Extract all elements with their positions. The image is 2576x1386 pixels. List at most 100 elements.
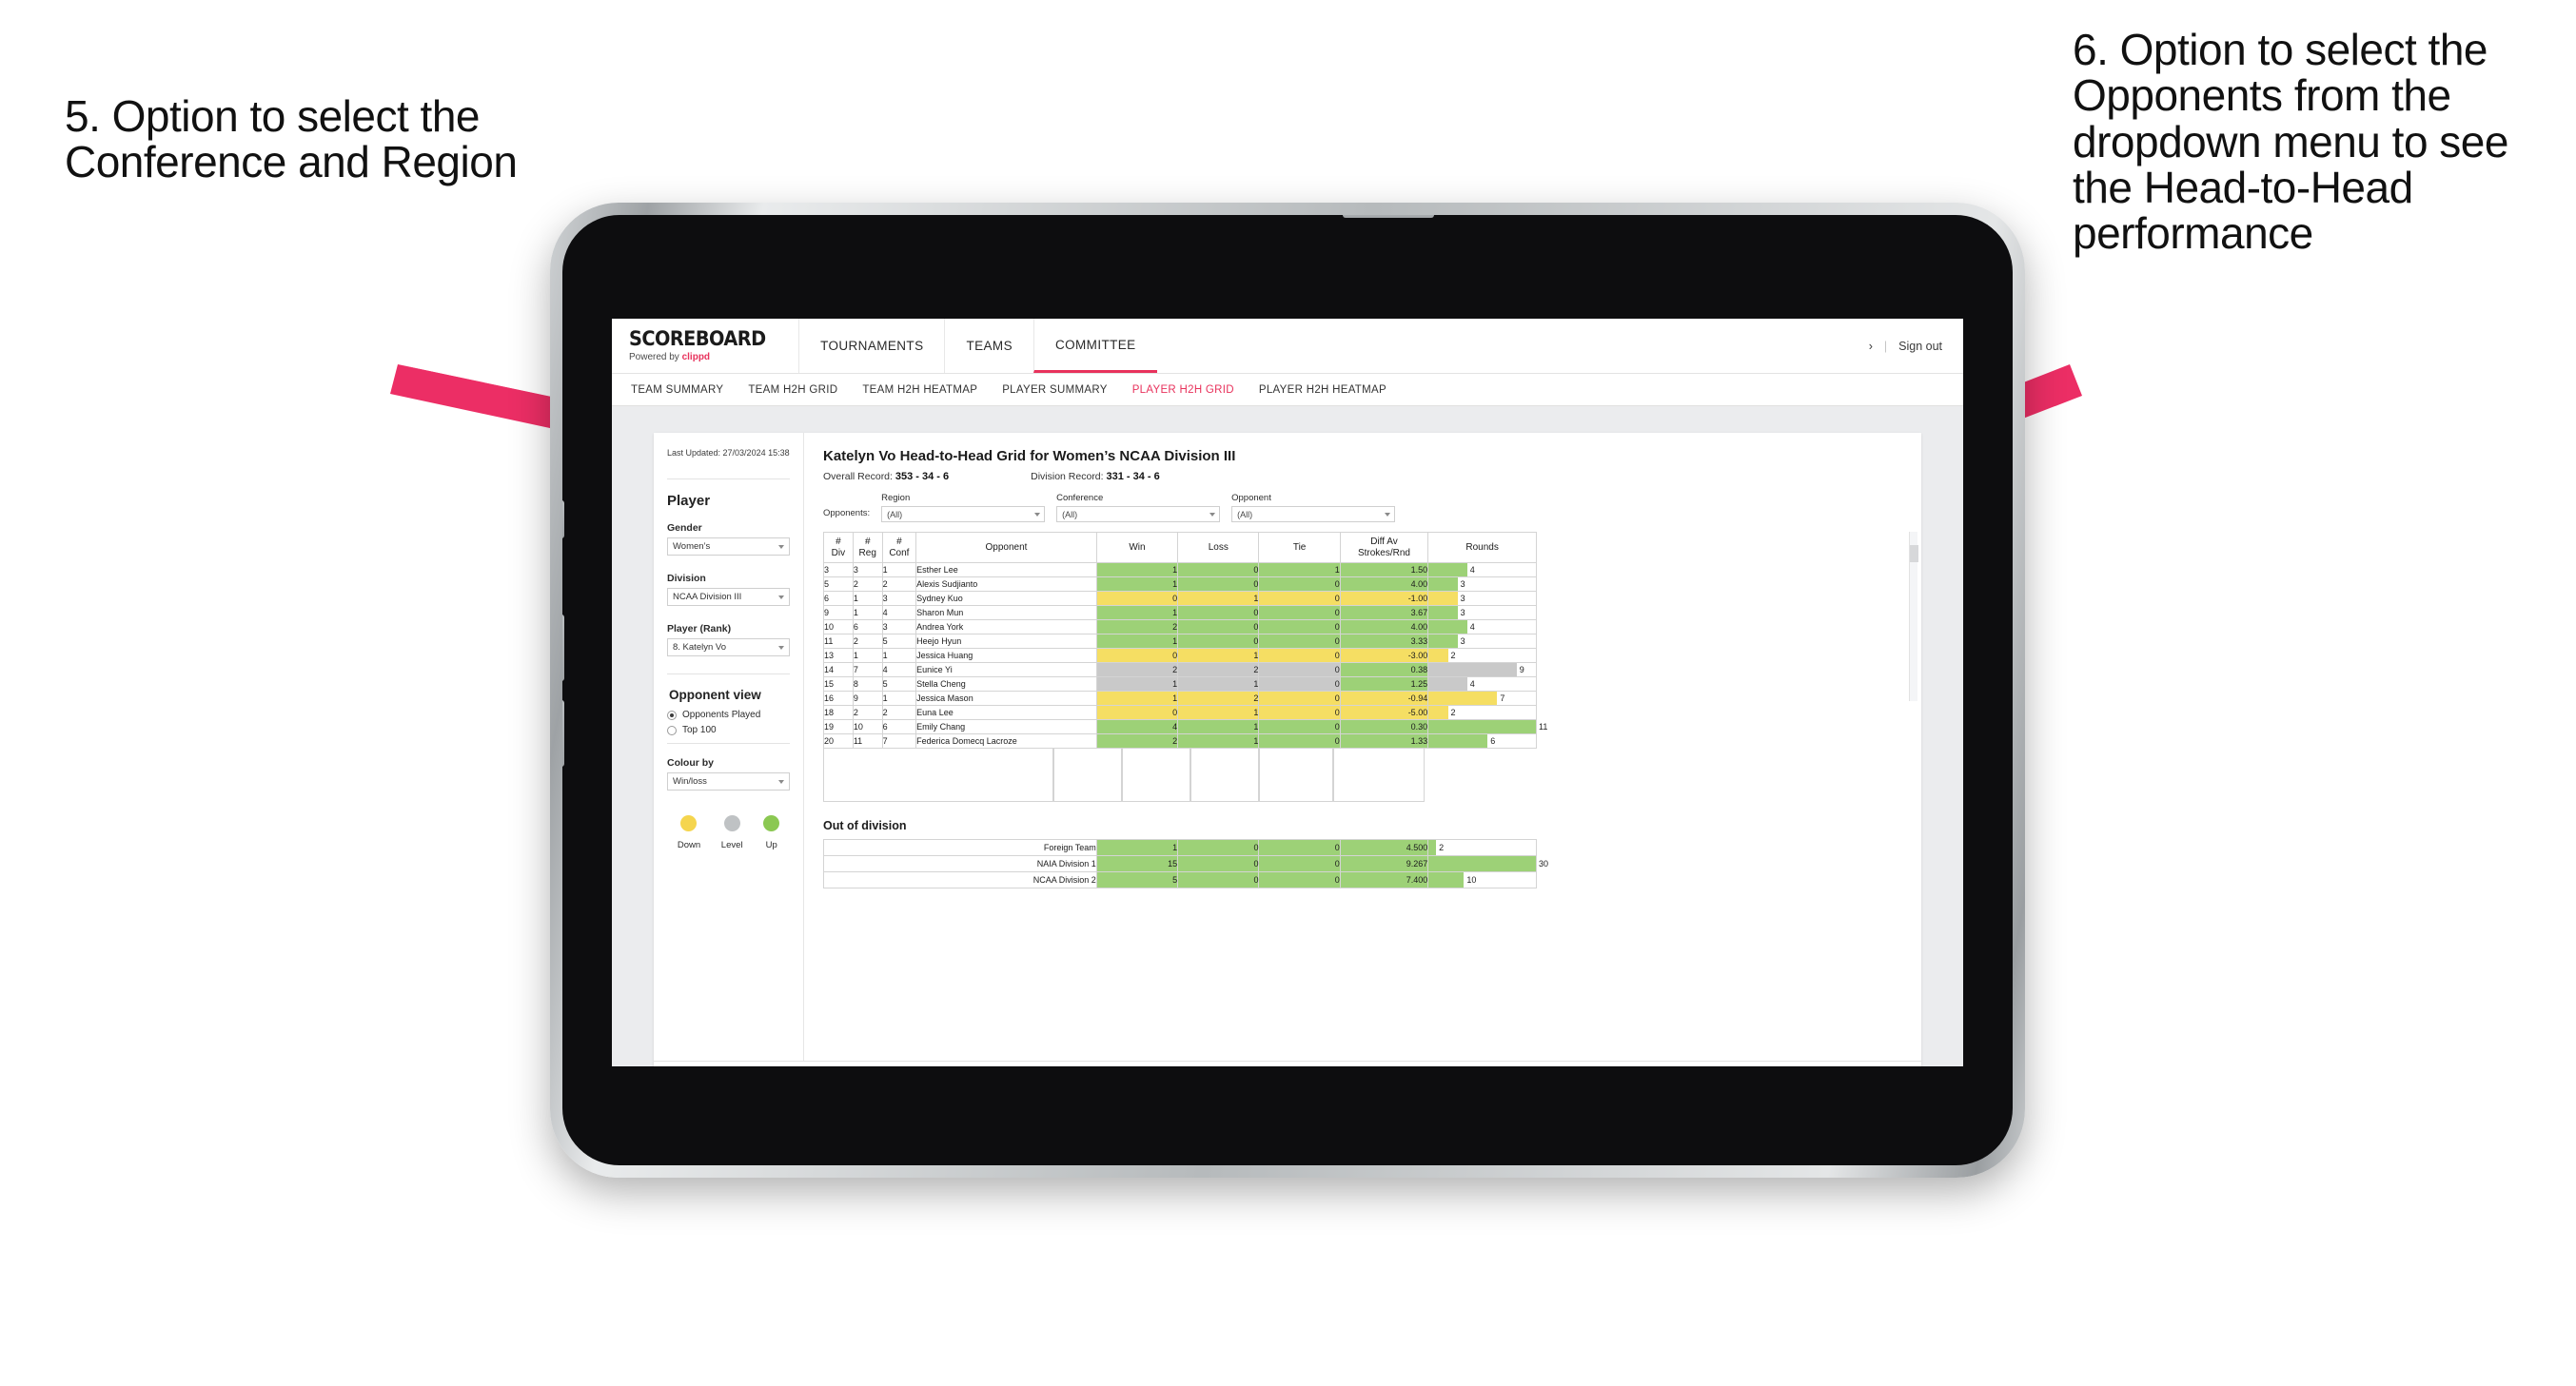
cell-rounds: 9 xyxy=(1427,662,1537,677)
powered-prefix: Powered by xyxy=(629,352,682,362)
rounds-value: 3 xyxy=(1460,636,1465,646)
app-logo[interactable]: SCOREBOARD Powered by clippd xyxy=(629,319,798,373)
table-row[interactable]: NAIA Division 1 15 0 0 9.267 30 xyxy=(823,855,1548,872)
dashboard-body: Last Updated: 27/03/2024 15:38 Player Ge… xyxy=(654,433,1921,1061)
cell-conf: 2 xyxy=(881,576,917,592)
col-header-5[interactable]: Loss xyxy=(1177,532,1260,563)
power-button[interactable] xyxy=(1343,215,1434,218)
sign-out-link[interactable]: Sign out xyxy=(1898,340,1942,353)
nav-item-tournaments[interactable]: TOURNAMENTS xyxy=(798,319,944,373)
cell-rounds: 10 xyxy=(1427,871,1537,888)
out-of-division-title: Out of division xyxy=(823,819,907,832)
rounds-value: 4 xyxy=(1469,565,1475,575)
player-rank-label: Player (Rank) xyxy=(667,623,732,634)
region-label: Region xyxy=(881,493,911,503)
table-row[interactable]: 11 2 5 Heejo Hyun 1 0 0 3.33 3 xyxy=(823,634,1537,649)
cell-diff: 3.33 xyxy=(1339,634,1429,649)
col-header-6[interactable]: Tie xyxy=(1258,532,1341,563)
conference-select[interactable]: (All) xyxy=(1056,506,1221,522)
cell-loss: 1 xyxy=(1177,591,1260,606)
nav-item-committee[interactable]: COMMITTEE xyxy=(1032,319,1157,373)
table-row[interactable]: 6 1 3 Sydney Kuo 0 1 0 -1.00 3 xyxy=(823,591,1537,606)
cell-rounds: 3 xyxy=(1427,634,1537,649)
cell-div: 3 xyxy=(823,562,854,577)
cell-diff: 3.67 xyxy=(1339,605,1429,620)
player-rank-select[interactable]: 8. Katelyn Vo xyxy=(667,638,790,656)
table-row[interactable]: 20 11 7 Federica Domecq Lacroze 2 1 0 1.33 6 xyxy=(823,733,1537,749)
rounds-value: 3 xyxy=(1460,608,1465,617)
division-record-value: 331 - 34 - 6 xyxy=(1106,471,1160,482)
cell-div: 19 xyxy=(823,719,854,734)
cell-diff: -3.00 xyxy=(1339,648,1429,663)
rounds-bar xyxy=(1428,663,1517,676)
cell-tie: 0 xyxy=(1258,648,1341,663)
col-header-0[interactable]: # Div xyxy=(823,532,854,563)
col-header-1[interactable]: # Reg xyxy=(852,532,883,563)
chevron-right-icon[interactable]: › xyxy=(1869,340,1873,353)
gender-select[interactable]: Women’s xyxy=(667,537,790,556)
radio-opponents-played[interactable]: Opponents Played xyxy=(667,710,790,720)
subnav-player-h2h-grid[interactable]: PLAYER H2H GRID xyxy=(1132,384,1234,396)
volume-down-button[interactable] xyxy=(562,700,564,767)
legend-dot-icon xyxy=(723,815,740,831)
col-header-7[interactable]: Diff Av Strokes/Rnd xyxy=(1339,532,1429,563)
col-header-3[interactable]: Opponent xyxy=(915,532,1097,563)
table-row[interactable]: 16 9 1 Jessica Mason 1 2 0 -0.94 7 xyxy=(823,691,1537,706)
cell-opponent: Euna Lee xyxy=(915,705,1097,720)
table-row[interactable]: 9 1 4 Sharon Mun 1 0 0 3.67 3 xyxy=(823,605,1537,620)
cell-rounds: 11 xyxy=(1427,719,1547,734)
side-button-1[interactable] xyxy=(562,500,564,538)
colour-by-select[interactable]: Win/loss xyxy=(667,772,790,791)
grid-scrollbar-thumb[interactable] xyxy=(1910,545,1918,562)
region-select[interactable]: (All) xyxy=(881,506,1046,522)
grid-scrollbar[interactable] xyxy=(1909,532,1918,701)
col-header-2[interactable]: # Conf xyxy=(881,532,917,563)
page-title: Katelyn Vo Head-to-Head Grid for Women’s… xyxy=(823,448,1236,464)
cell-win: 2 xyxy=(1095,619,1179,634)
table-row[interactable]: 10 6 3 Andrea York 2 0 0 4.00 4 xyxy=(823,619,1537,634)
legend-label: Up xyxy=(765,840,777,850)
opponent-select[interactable]: (All) xyxy=(1231,506,1396,522)
cell-reg: 9 xyxy=(852,691,883,706)
cell-reg: 1 xyxy=(852,591,883,606)
cell-conf: 3 xyxy=(881,591,917,606)
table-row[interactable]: 13 1 1 Jessica Huang 0 1 0 -3.00 2 xyxy=(823,648,1537,663)
cell-opponent: Emily Chang xyxy=(915,719,1097,734)
division-select[interactable]: NCAA Division III xyxy=(667,588,790,606)
table-row[interactable]: 3 3 1 Esther Lee 1 0 1 1.50 4 xyxy=(823,562,1537,577)
col-header-4[interactable]: Win xyxy=(1095,532,1179,563)
table-row[interactable]: 14 7 4 Eunice Yi 2 2 0 0.38 9 xyxy=(823,662,1537,677)
table-row[interactable]: 5 2 2 Alexis Sudjianto 1 0 0 4.00 3 xyxy=(823,576,1537,592)
radio-top-100[interactable]: Top 100 xyxy=(667,725,790,735)
subnav-team-h2h-heatmap[interactable]: TEAM H2H HEATMAP xyxy=(862,384,977,396)
cell-win: 1 xyxy=(1095,605,1179,620)
volume-up-button[interactable] xyxy=(562,615,564,681)
cell-tie: 0 xyxy=(1258,662,1341,677)
cell-tie: 0 xyxy=(1258,591,1341,606)
region-filter: Region (All) xyxy=(881,493,1046,522)
table-row[interactable]: 18 2 2 Euna Lee 0 1 0 -5.00 2 xyxy=(823,705,1537,720)
subnav-team-h2h-grid[interactable]: TEAM H2H GRID xyxy=(748,384,837,396)
logo-powered-by: Powered by clippd xyxy=(629,352,777,362)
cell-opponent: Stella Cheng xyxy=(915,676,1097,692)
sidebar-divider-2 xyxy=(667,673,790,674)
subnav-player-h2h-heatmap[interactable]: PLAYER H2H HEATMAP xyxy=(1259,384,1386,396)
cell-tie: 0 xyxy=(1258,691,1341,706)
table-row[interactable]: Foreign Team 1 0 0 4.500 2 xyxy=(823,839,1537,856)
cell-win: 5 xyxy=(1095,871,1179,888)
rounds-value: 11 xyxy=(1539,722,1548,732)
table-row[interactable]: NCAA Division 2 5 0 0 7.400 10 xyxy=(823,871,1537,888)
rounds-value: 3 xyxy=(1460,594,1465,603)
cell-opponent: Jessica Huang xyxy=(915,648,1097,663)
header-row: # Div # Reg # Conf Opponent Win Loss Tie Diff Av St… xyxy=(823,532,1537,563)
col-header-8[interactable]: Rounds xyxy=(1427,532,1537,563)
subnav-player-summary[interactable]: PLAYER SUMMARY xyxy=(1002,384,1108,396)
subnav-team-summary[interactable]: TEAM SUMMARY xyxy=(631,384,723,396)
nav-item-teams[interactable]: TEAMS xyxy=(944,319,1033,373)
table-row[interactable]: 15 8 5 Stella Cheng 1 1 0 1.25 4 xyxy=(823,676,1537,692)
cell-opponent: Heejo Hyun xyxy=(915,634,1097,649)
table-row[interactable]: 19 10 6 Emily Chang 4 1 0 0.30 11 xyxy=(823,719,1547,734)
region-value: (All) xyxy=(887,509,903,519)
division-record: Division Record: 331 - 34 - 6 xyxy=(1031,471,1160,482)
dashboard-wrapper: Last Updated: 27/03/2024 15:38 Player Ge… xyxy=(612,406,1963,1066)
